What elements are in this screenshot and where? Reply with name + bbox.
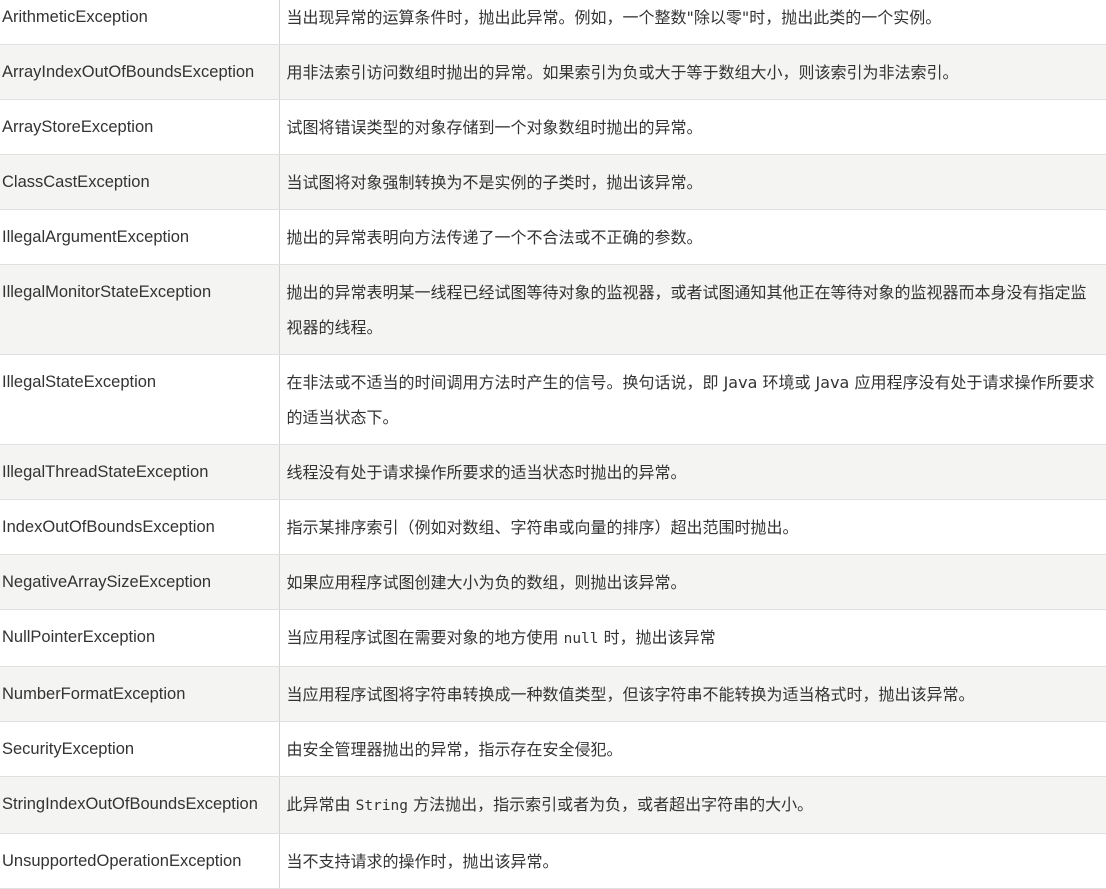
table-row: IllegalThreadStateException 线程没有处于请求操作所要… (0, 444, 1106, 500)
exception-description: 此异常由 String 方法抛出，指示索引或者为负，或者超出字符串的大小。 (279, 776, 1106, 834)
exception-name: SecurityException (0, 721, 280, 777)
exception-description: 用非法索引访问数组时抛出的异常。如果索引为负或大于等于数组大小，则该索引为非法索… (279, 44, 1106, 100)
table-row: IllegalMonitorStateException 抛出的异常表明某一线程… (0, 264, 1106, 355)
exception-description: 当不支持请求的操作时，抛出该异常。 (279, 833, 1106, 889)
exception-description: 指示某排序索引（例如对数组、字符串或向量的排序）超出范围时抛出。 (279, 499, 1106, 555)
exception-name: ArrayIndexOutOfBoundsException (0, 44, 280, 100)
table-row: SecurityException 由安全管理器抛出的异常，指示存在安全侵犯。 (0, 721, 1106, 777)
exception-name: ArrayStoreException (0, 99, 280, 155)
exception-name: IllegalArgumentException (0, 209, 280, 265)
exception-name: IllegalStateException (0, 354, 280, 445)
description-text: 当应用程序试图在需要对象的地方使用 (286, 628, 564, 647)
table-row: IllegalArgumentException 抛出的异常表明向方法传递了一个… (0, 209, 1106, 265)
exception-description: 抛出的异常表明某一线程已经试图等待对象的监视器，或者试图通知其他正在等待对象的监… (279, 264, 1106, 355)
table-row: NegativeArraySizeException 如果应用程序试图创建大小为… (0, 554, 1106, 610)
table-row: UnsupportedOperationException 当不支持请求的操作时… (0, 833, 1106, 889)
exception-name: NullPointerException (0, 609, 280, 667)
description-text: 时，抛出该异常 (598, 628, 716, 647)
code-keyword: String (355, 798, 408, 814)
table-row: IllegalStateException 在非法或不适当的时间调用方法时产生的… (0, 354, 1106, 445)
table-row: NullPointerException 当应用程序试图在需要对象的地方使用 n… (0, 609, 1106, 667)
table-row: StringIndexOutOfBoundsException 此异常由 Str… (0, 776, 1106, 834)
exception-description: 在非法或不适当的时间调用方法时产生的信号。换句话说，即 Java 环境或 Jav… (279, 354, 1106, 445)
exception-name: IllegalThreadStateException (0, 444, 280, 500)
description-text: 此异常由 (286, 795, 356, 814)
exception-description: 抛出的异常表明向方法传递了一个不合法或不正确的参数。 (279, 209, 1106, 265)
exception-description: 当应用程序试图在需要对象的地方使用 null 时，抛出该异常 (279, 609, 1106, 667)
table-row: NumberFormatException 当应用程序试图将字符串转换成一种数值… (0, 666, 1106, 722)
exception-name: IllegalMonitorStateException (0, 264, 280, 355)
exception-description: 由安全管理器抛出的异常，指示存在安全侵犯。 (279, 721, 1106, 777)
exception-name: ArithmeticException (0, 0, 280, 45)
exception-description: 如果应用程序试图创建大小为负的数组，则抛出该异常。 (279, 554, 1106, 610)
table-row: ArrayIndexOutOfBoundsException 用非法索引访问数组… (0, 44, 1106, 100)
exception-name: ClassCastException (0, 154, 280, 210)
exception-name: NegativeArraySizeException (0, 554, 280, 610)
exception-name: IndexOutOfBoundsException (0, 499, 280, 555)
exception-name: UnsupportedOperationException (0, 833, 280, 889)
exception-name: StringIndexOutOfBoundsException (0, 776, 280, 834)
table-row: ArrayStoreException 试图将错误类型的对象存储到一个对象数组时… (0, 99, 1106, 155)
description-text: 方法抛出，指示索引或者为负，或者超出字符串的大小。 (407, 795, 814, 814)
exception-table: ArithmeticException 当出现异常的运算条件时，抛出此异常。例如… (0, 0, 1106, 889)
table-row: IndexOutOfBoundsException 指示某排序索引（例如对数组、… (0, 499, 1106, 555)
table-row: ClassCastException 当试图将对象强制转换为不是实例的子类时，抛… (0, 154, 1106, 210)
exception-description: 线程没有处于请求操作所要求的适当状态时抛出的异常。 (279, 444, 1106, 500)
exception-name: NumberFormatException (0, 666, 280, 722)
table-row: ArithmeticException 当出现异常的运算条件时，抛出此异常。例如… (0, 0, 1106, 45)
exception-description: 当应用程序试图将字符串转换成一种数值类型，但该字符串不能转换为适当格式时，抛出该… (279, 666, 1106, 722)
exception-description: 当试图将对象强制转换为不是实例的子类时，抛出该异常。 (279, 154, 1106, 210)
exception-description: 当出现异常的运算条件时，抛出此异常。例如，一个整数"除以零"时，抛出此类的一个实… (279, 0, 1106, 45)
exception-description: 试图将错误类型的对象存储到一个对象数组时抛出的异常。 (279, 99, 1106, 155)
code-keyword: null (563, 631, 599, 647)
